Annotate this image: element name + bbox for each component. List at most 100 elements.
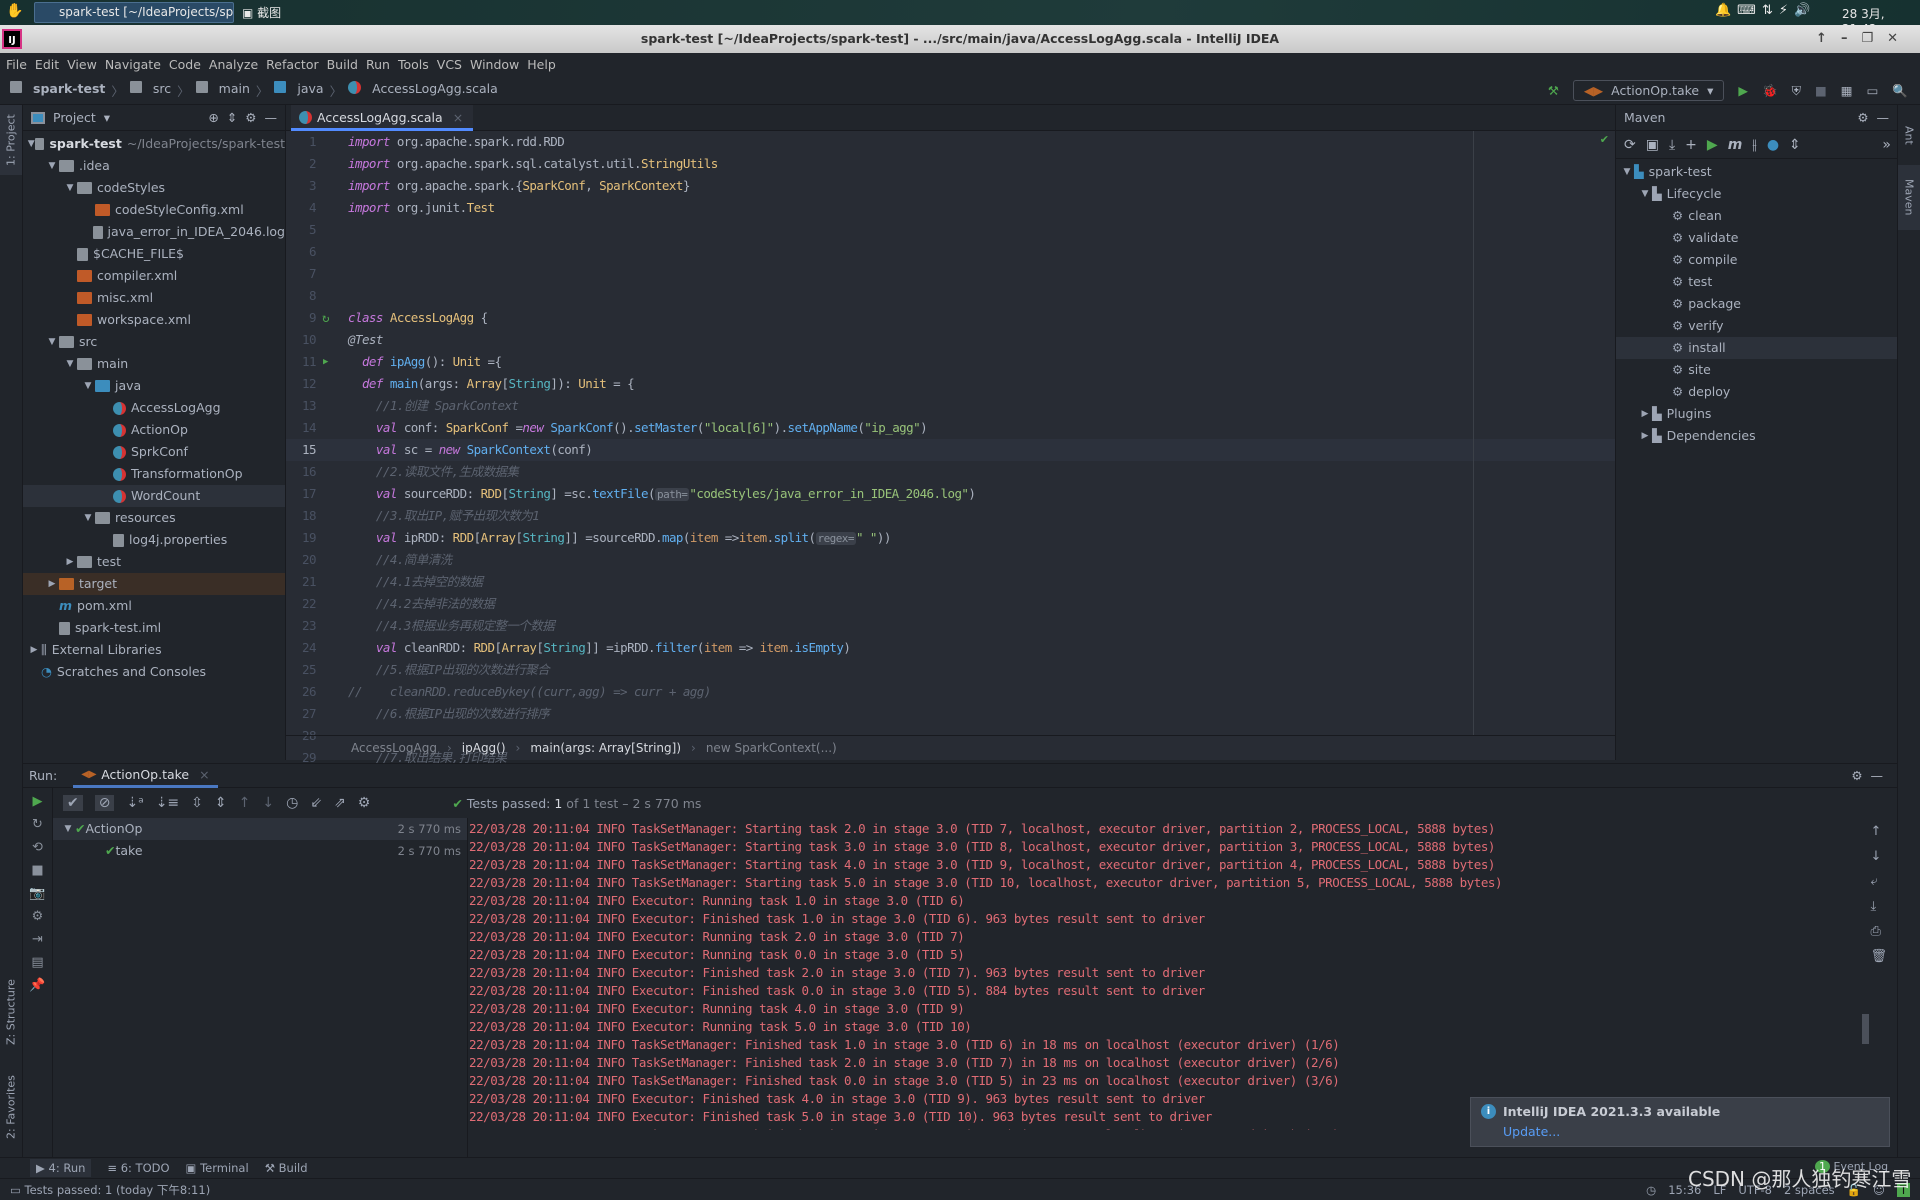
run-class-gutter-icon[interactable]: ↻ <box>322 307 330 329</box>
tree-item[interactable]: compiler.xml <box>23 265 285 287</box>
editor-breadcrumb-item[interactable]: ipAgg() <box>462 741 506 755</box>
test-tree-item[interactable]: ✔ take 2 s 770 ms <box>53 840 467 862</box>
hide-icon[interactable]: — <box>1871 768 1884 783</box>
chevron-down-icon[interactable]: ▼ <box>45 331 59 353</box>
code-line[interactable]: 2 import org.apache.spark.sql.catalyst.ut… <box>286 153 1615 175</box>
scroll-down-icon[interactable]: ↓ <box>1870 849 1887 864</box>
menu-file[interactable]: File <box>6 53 27 77</box>
menu-vcs[interactable]: VCS <box>437 53 462 77</box>
console-scrollbar[interactable] <box>1862 1014 1869 1044</box>
stripe-project-tab[interactable]: 1: Project <box>0 105 22 175</box>
menu-help[interactable]: Help <box>527 53 556 77</box>
tree-item[interactable]: SprkConf <box>23 441 285 463</box>
stripe-maven-tab[interactable]: Maven <box>1898 165 1920 230</box>
skip-tests-icon[interactable]: ⫲ <box>1752 137 1757 153</box>
tree-item[interactable]: ActionOp <box>23 419 285 441</box>
memory-indicator-icon[interactable]: ◷ <box>1646 1183 1656 1197</box>
tree-item[interactable]: ▼ main <box>23 353 285 375</box>
stop-icon[interactable]: ■ <box>31 863 43 878</box>
code-line[interactable]: 14 val conf: SparkConf =new SparkConf().… <box>286 417 1615 439</box>
maven-tree-item[interactable]: ▶ ▙ Dependencies <box>1616 425 1897 447</box>
code-line[interactable]: 6 <box>286 241 1615 263</box>
code-line[interactable]: 10 @Test <box>286 329 1615 351</box>
tree-item[interactable]: ▼ codeStyles <box>23 177 285 199</box>
tree-item[interactable]: ▼ src <box>23 331 285 353</box>
collapse-all-icon[interactable]: ⇕ <box>227 110 237 125</box>
maven-tree-item[interactable]: ⚙ deploy <box>1616 381 1897 403</box>
code-line[interactable]: 7 <box>286 263 1615 285</box>
breadcrumb-item[interactable]: spark-test <box>33 81 105 100</box>
tree-item[interactable]: WordCount <box>23 485 285 507</box>
previous-icon[interactable]: ↑ <box>239 795 251 811</box>
chevron-right-icon[interactable]: ▶ <box>45 573 59 595</box>
code-line[interactable]: 27 //6.根据IP出现的次数进行排序 <box>286 703 1615 725</box>
stop-icon[interactable]: ■ <box>1815 83 1827 98</box>
tree-item[interactable]: misc.xml <box>23 287 285 309</box>
gear-icon[interactable]: ⚙ <box>358 795 371 811</box>
breadcrumb-item[interactable]: main <box>219 81 250 100</box>
hide-icon[interactable]: — <box>1877 110 1890 125</box>
tree-item[interactable]: java_error_in_IDEA_2046.log <box>23 221 285 243</box>
maven-tree-item[interactable]: ⚙ test <box>1616 271 1897 293</box>
maven-m-icon[interactable]: m <box>1728 137 1743 153</box>
scroll-to-end-icon[interactable]: ⤓ <box>1870 899 1887 914</box>
maven-tree-item[interactable]: ▼ ▙ Lifecycle <box>1616 183 1897 205</box>
stripe-favorites-tab[interactable]: 2: Favorites <box>0 1065 22 1150</box>
run-config-dropdown[interactable]: ◀▶ ActionOp.take ▾ <box>1572 80 1725 101</box>
run-tab-actionop-take[interactable]: ◀▶ ActionOp.take × <box>73 764 218 788</box>
tree-item[interactable]: ▼ .idea <box>23 155 285 177</box>
code-line[interactable]: 20 //4.简单清洗 <box>286 549 1615 571</box>
menu-window[interactable]: Window <box>470 53 519 77</box>
breadcrumb-item[interactable]: AccessLogAgg.scala <box>372 81 498 100</box>
chevron-icon[interactable]: ▼ <box>1620 161 1634 183</box>
maven-tree-item[interactable]: ⚙ clean <box>1616 205 1897 227</box>
chevron-right-icon[interactable]: ▶ <box>27 639 41 661</box>
scroll-up-icon[interactable]: ↑ <box>1870 824 1887 839</box>
test-tree-item[interactable]: ▼ ✔ ActionOp 2 s 770 ms <box>53 818 467 840</box>
hide-icon[interactable]: — <box>265 110 278 125</box>
menu-view[interactable]: View <box>67 53 97 77</box>
close-icon[interactable]: × <box>199 767 209 782</box>
code-line[interactable]: 4 import org.junit.Test <box>286 197 1615 219</box>
project-view-selector[interactable]: Project <box>53 110 96 125</box>
export-icon[interactable]: ⇗ <box>334 795 346 811</box>
chevron-icon[interactable]: ▶ <box>1638 425 1652 447</box>
debug-icon[interactable]: 🐞 <box>1762 83 1778 99</box>
menu-build[interactable]: Build <box>327 53 358 77</box>
code-line[interactable]: 24 val cleanRDD: RDD[Array[String]] =ipR… <box>286 637 1615 659</box>
menu-refactor[interactable]: Refactor <box>266 53 318 77</box>
chevron-icon[interactable]: ▶ <box>1638 403 1652 425</box>
tree-item[interactable]: ▶ ⫼ External Libraries <box>23 639 285 661</box>
show-ignored-icon[interactable]: ⊘ <box>94 795 115 811</box>
gear-icon[interactable]: ⚙ <box>1851 768 1862 783</box>
code-area[interactable]: 1 import org.apache.spark.rdd.RDD 2 import … <box>286 131 1615 853</box>
os-menu-icon[interactable]: ✋ <box>6 3 23 19</box>
gear-icon[interactable]: ⚙ <box>245 110 256 125</box>
tree-item[interactable]: ▼ resources <box>23 507 285 529</box>
collapse-all-icon[interactable]: ⇕ <box>215 795 227 811</box>
code-line[interactable]: 5 <box>286 219 1615 241</box>
maven-tree-item[interactable]: ⚙ install <box>1616 337 1897 359</box>
menu-run[interactable]: Run <box>366 53 390 77</box>
code-line[interactable]: 16 //2.读取文件,生成数据集 <box>286 461 1615 483</box>
run-icon[interactable]: ▶ <box>1738 83 1748 98</box>
menu-navigate[interactable]: Navigate <box>105 53 161 77</box>
code-line[interactable]: 12 def main(args: Array[String]): Unit =… <box>286 373 1615 395</box>
inspection-ok-icon[interactable]: ✔ <box>1600 133 1609 146</box>
menu-code[interactable]: Code <box>169 53 201 77</box>
maven-tree-item[interactable]: ⚙ validate <box>1616 227 1897 249</box>
terminal-toggle-icon[interactable]: ▭ <box>1867 83 1879 98</box>
bottom-tab-build[interactable]: ⚒ Build <box>265 1161 308 1175</box>
close-icon[interactable]: × <box>453 110 463 125</box>
exit-icon[interactable]: ⇥ <box>32 932 43 947</box>
pin-icon[interactable]: 📌 <box>29 978 45 993</box>
add-icon[interactable]: + <box>1685 137 1697 153</box>
soft-wrap-icon[interactable]: ⤶ <box>1870 874 1887 889</box>
tree-item[interactable]: ▶ target <box>23 573 285 595</box>
maven-tree-item[interactable]: ⚙ verify <box>1616 315 1897 337</box>
chevron-right-icon[interactable]: ▶ <box>63 551 77 573</box>
tree-item[interactable]: ◔ Scratches and Consoles <box>23 661 285 683</box>
status-icon[interactable]: ▭ <box>10 1183 21 1197</box>
chevron-down-icon[interactable]: ▼ <box>27 133 35 155</box>
tree-item[interactable]: log4j.properties <box>23 529 285 551</box>
